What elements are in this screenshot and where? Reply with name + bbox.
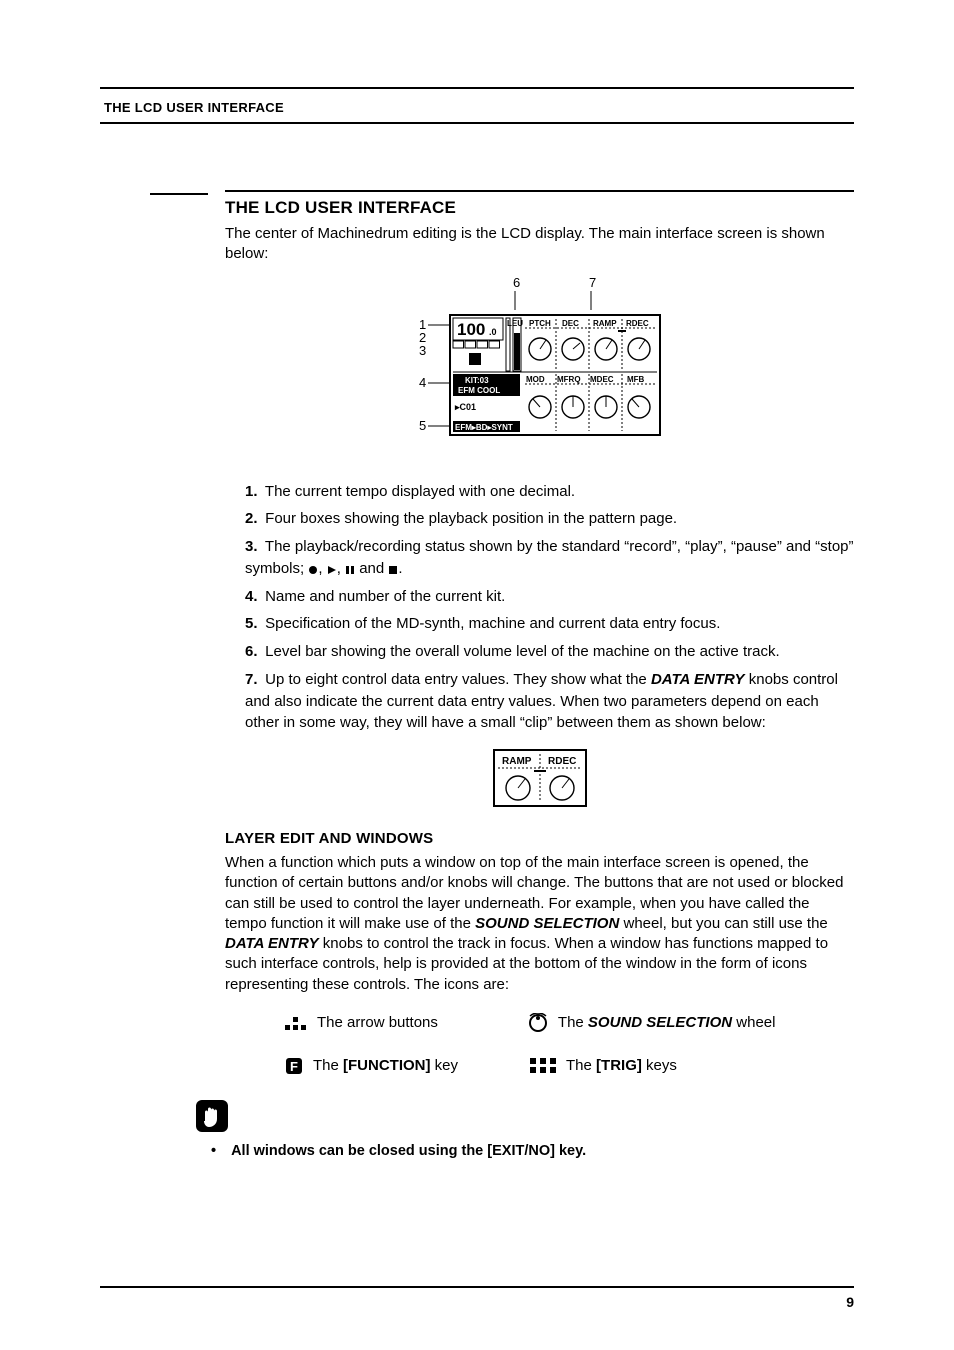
wheel-cell: The SOUND SELECTION wheel: [528, 1013, 776, 1033]
stop-icon: [388, 565, 398, 575]
icon-row: F The [FUNCTION] key The [TRIG] keys: [285, 1057, 854, 1075]
p-leu: LEU: [507, 319, 523, 328]
p-mfb: MFB: [627, 375, 645, 384]
svg-text:F: F: [290, 1059, 298, 1074]
record-icon: [308, 565, 318, 575]
pause-icon: [345, 565, 355, 575]
function-cell: F The [FUNCTION] key: [285, 1057, 458, 1075]
p-dec: DEC: [562, 319, 579, 328]
arrows-cell: The arrow buttons: [285, 1014, 438, 1031]
trig-icon: [530, 1058, 556, 1074]
p-ptch: PTCH: [529, 319, 551, 328]
page: THE LCD USER INTERFACE THE LCD USER INTE…: [0, 0, 954, 1350]
list-item: 4. Name and number of the current kit.: [245, 586, 854, 608]
content: THE LCD USER INTERFACE The center of Mac…: [225, 190, 854, 1159]
trig-cell: The [TRIG] keys: [530, 1057, 677, 1074]
play-icon: [327, 565, 337, 575]
list-item: 6. Level bar showing the overall volume …: [245, 641, 854, 663]
lcd-tempo: 100: [457, 320, 485, 339]
callout-3: 3: [419, 343, 426, 358]
subheading: LAYER EDIT AND WINDOWS: [225, 830, 854, 847]
rule-top-2: [100, 122, 854, 124]
callout-7: 7: [589, 275, 596, 290]
p-ramp: RAMP: [593, 319, 617, 328]
numbered-list: 1. The current tempo displayed with one …: [225, 481, 854, 735]
p-rdec: RDEC: [626, 319, 649, 328]
synth-line: EFM▸BD▸SYNT: [455, 423, 513, 432]
list-item: 5. Specification of the MD-synth, machin…: [245, 613, 854, 635]
list-item: 1. The current tempo displayed with one …: [245, 481, 854, 503]
function-icon: F: [285, 1057, 303, 1075]
kit-line2: EFM COOL: [458, 386, 500, 395]
section-rule-right: [225, 190, 854, 192]
lcd-figure: 6 7 1 2 3 4 5 100 .0: [395, 275, 685, 465]
note-line: • All windows can be closed using the [E…: [211, 1143, 854, 1159]
clip-figure: RAMP RDEC: [490, 746, 590, 810]
p-mod: MOD: [526, 375, 545, 384]
pointing-hand-icon: [195, 1099, 229, 1133]
icon-row: The arrow buttons The SOUND SELECTION wh…: [285, 1013, 854, 1033]
rule-top-1: [100, 87, 854, 89]
arrows-icon: [285, 1015, 307, 1031]
list-item: 7. Up to eight control data entry values…: [245, 669, 854, 734]
wheel-icon: [528, 1013, 548, 1033]
clip-a: RAMP: [502, 756, 532, 767]
list-item: 2. Four boxes showing the playback posit…: [245, 508, 854, 530]
list-item: 3. The playback/recording status shown b…: [245, 536, 854, 580]
callout-4: 4: [419, 375, 426, 390]
page-number: 9: [846, 1294, 854, 1310]
rule-bottom: [100, 1286, 854, 1288]
callout-6: 6: [513, 275, 520, 290]
running-head: THE LCD USER INTERFACE: [104, 100, 284, 115]
layer-paragraph: When a function which puts a window on t…: [225, 853, 854, 995]
lcd-tempo-dec: .0: [489, 327, 497, 337]
p-mfrq: MFRQ: [557, 375, 581, 384]
clip-b: RDEC: [548, 756, 576, 767]
arrows-label: The arrow buttons: [317, 1014, 438, 1031]
p-mdec: MDEC: [590, 375, 614, 384]
callout-5: 5: [419, 418, 426, 433]
seq-line: ▸C01: [454, 402, 476, 412]
section-title: THE LCD USER INTERFACE: [225, 198, 854, 218]
icon-grid: The arrow buttons The SOUND SELECTION wh…: [285, 1013, 854, 1075]
intro-paragraph: The center of Machinedrum editing is the…: [225, 224, 854, 265]
section-rule-left: [150, 193, 208, 195]
kit-line1: KIT:03: [465, 376, 489, 385]
